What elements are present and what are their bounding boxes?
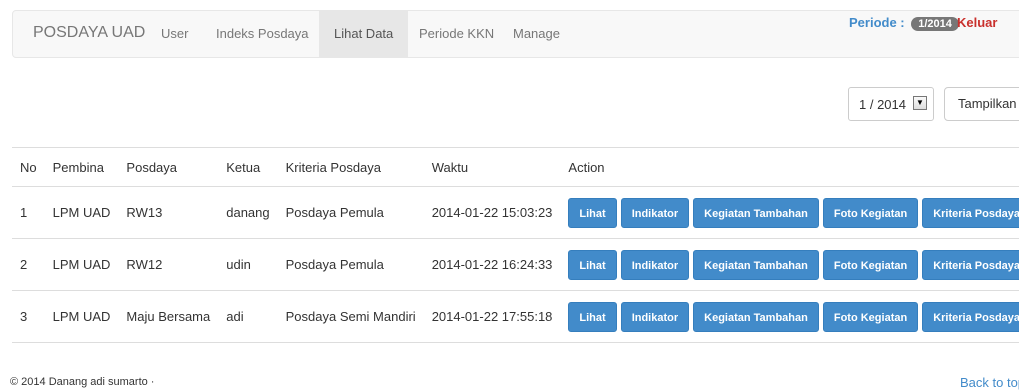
cell-posdaya: RW13 [118,186,219,239]
kegiatan-tambahan-button[interactable]: Kegiatan Tambahan [693,301,819,332]
cell-kriteria: Posdaya Pemula [277,186,424,239]
header-no: No [12,147,45,187]
kriteria-posdaya-button[interactable]: Kriteria Posdaya [922,301,1019,332]
kriteria-posdaya-button[interactable]: Kriteria Posdaya [922,197,1019,228]
cell-action: Lihat Indikator Kegiatan Tambahan Foto Kegi… [560,186,1019,239]
period-select[interactable]: 1 / 2014 ▼ [848,87,934,121]
cell-kriteria: Posdaya Semi Mandiri [277,290,424,343]
cell-no: 3 [12,290,45,343]
cell-waktu: 2014-01-22 16:24:33 [423,238,561,291]
cell-action: Lihat Indikator Kegiatan Tambahan Foto Kegi… [560,290,1019,343]
foto-kegiatan-button[interactable]: Foto Kegiatan [822,301,919,332]
header-pembina: Pembina [44,147,119,187]
foto-kegiatan-button[interactable]: Foto Kegiatan [822,249,919,280]
periode-badge: 1/2014 [911,17,959,31]
kegiatan-tambahan-button[interactable]: Kegiatan Tambahan [693,197,819,228]
indikator-button[interactable]: Indikator [620,301,690,332]
cell-pembina: LPM UAD [44,238,119,291]
nav-item-periode-kkn[interactable]: Periode KKN [419,11,494,57]
cell-pembina: LPM UAD [44,290,119,343]
cell-no: 1 [12,186,45,239]
footer-copyright: © 2014 Danang adi sumarto · [10,376,155,388]
tampilkan-button[interactable]: Tampilkan [944,87,1019,121]
header-ketua: Ketua [218,147,278,187]
brand-title[interactable]: POSDAYA UAD [33,24,145,42]
header-posdaya: Posdaya [118,147,219,187]
foto-kegiatan-button[interactable]: Foto Kegiatan [822,197,919,228]
header-action: Action [560,147,1019,187]
chevron-down-icon[interactable]: ▼ [913,96,927,110]
periode-label: Periode : [849,15,905,30]
cell-ketua: udin [218,238,278,291]
nav-item-user[interactable]: User [161,11,188,57]
cell-no: 2 [12,238,45,291]
cell-posdaya: RW12 [118,238,219,291]
header-kriteria-posdaya: Kriteria Posdaya [277,147,424,187]
cell-ketua: danang [218,186,278,239]
header-waktu: Waktu [423,147,561,187]
back-to-top-link[interactable]: Back to top [960,375,1019,390]
table-row: 2 LPM UAD RW12 udin Posdaya Pemula 2014-… [12,238,1019,291]
nav-item-manage[interactable]: Manage [513,11,560,57]
cell-waktu: 2014-01-22 15:03:23 [423,186,561,239]
lihat-button[interactable]: Lihat [568,249,617,280]
nav-item-lihat-data[interactable]: Lihat Data [319,11,409,57]
table-row: 1 LPM UAD RW13 danang Posdaya Pemula 201… [12,186,1019,239]
kegiatan-tambahan-button[interactable]: Kegiatan Tambahan [693,249,819,280]
periode-indicator: Periode : 1/2014 [849,15,959,31]
lihat-button[interactable]: Lihat [568,301,617,332]
nav-item-indeks-posdaya[interactable]: Indeks Posdaya [216,11,309,57]
cell-kriteria: Posdaya Pemula [277,238,424,291]
period-select-value: 1 / 2014 [859,97,906,112]
table-row: 3 LPM UAD Maju Bersama adi Posdaya Semi … [12,290,1019,343]
cell-ketua: adi [218,290,278,343]
table-header-row: No Pembina Posdaya Ketua Kriteria Posday… [12,147,1019,187]
lihat-button[interactable]: Lihat [568,197,617,228]
indikator-button[interactable]: Indikator [620,197,690,228]
cell-posdaya: Maju Bersama [118,290,219,343]
cell-action: Lihat Indikator Kegiatan Tambahan Foto Kegi… [560,238,1019,291]
kriteria-posdaya-button[interactable]: Kriteria Posdaya [922,249,1019,280]
cell-pembina: LPM UAD [44,186,119,239]
logout-link[interactable]: Keluar [957,15,997,30]
cell-waktu: 2014-01-22 17:55:18 [423,290,561,343]
posdaya-table: No Pembina Posdaya Ketua Kriteria Posday… [12,147,1019,343]
indikator-button[interactable]: Indikator [620,249,690,280]
